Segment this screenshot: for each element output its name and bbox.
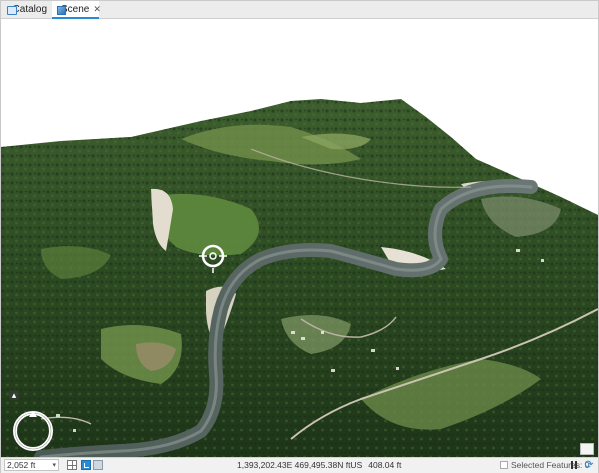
tab-strip: Catalog Scene ✕: [1, 1, 598, 19]
coordinate-system-icon[interactable]: [81, 460, 91, 470]
scale-dropdown[interactable]: 2,052 ft ▾: [4, 459, 59, 471]
grid-icon[interactable]: [67, 460, 77, 470]
collapse-arrow-icon[interactable]: ▴: [9, 390, 19, 400]
scene-viewport[interactable]: ▴: [1, 19, 598, 457]
tab-catalog[interactable]: Catalog: [2, 1, 52, 18]
selection-icon: [500, 461, 508, 469]
catalog-icon: [7, 5, 15, 15]
coordinate-readout: 1,393,202.43E 469,495.38N ftUS 408.04 ft: [237, 460, 401, 470]
terrain-imagery: [1, 99, 598, 457]
elevation-value: 408.04 ft: [368, 460, 402, 470]
resize-grip[interactable]: [580, 443, 594, 455]
status-bar: 2,052 ft ▾ 1,393,202.43E 469,495.38N ftU…: [1, 457, 598, 473]
close-icon[interactable]: ✕: [93, 1, 101, 18]
scale-value: 2,052 ft: [7, 460, 36, 470]
tab-catalog-label: Catalog: [12, 4, 47, 15]
scene-window: Catalog Scene ✕ ▴ 2,052 ft ▾ 1,393,202.4…: [0, 0, 599, 473]
pause-icon[interactable]: [569, 460, 579, 470]
refresh-icon[interactable]: ⟳: [583, 459, 595, 471]
map-icon[interactable]: [93, 460, 103, 470]
chevron-down-icon: ▾: [52, 462, 56, 469]
tab-scene[interactable]: Scene ✕: [52, 1, 101, 19]
xy-coordinates: 1,393,202.43E 469,495.38N ftUS: [237, 460, 363, 470]
navigation-ring-icon[interactable]: [9, 407, 57, 455]
